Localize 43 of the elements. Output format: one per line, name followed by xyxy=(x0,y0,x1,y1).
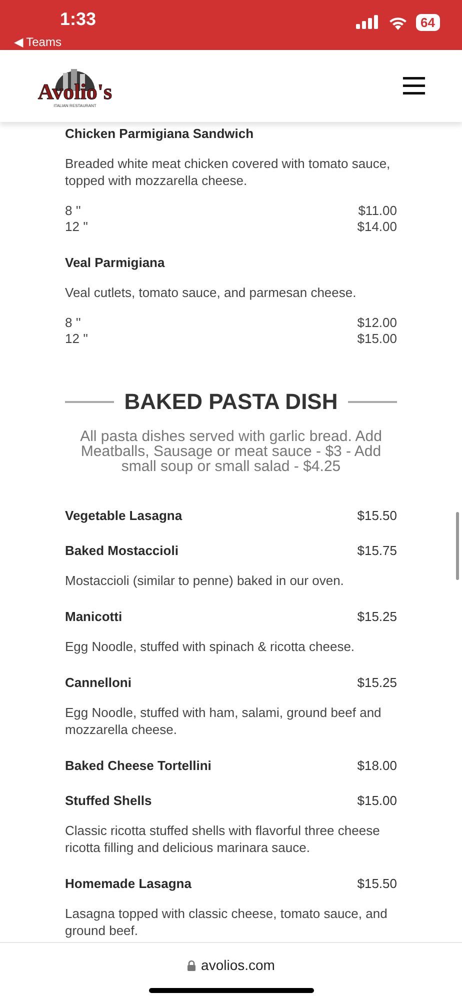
dish-name: Veal Parmigiana xyxy=(65,255,165,270)
dish-description: Mostaccioli (similar to penne) baked in our oven. xyxy=(65,572,345,589)
dish-description: Veal cutlets, tomato sauce, and parmesan cheese. xyxy=(65,284,358,301)
dish-name: Baked Cheese Tortellini xyxy=(65,758,212,773)
section-note: All pasta dishes served with garlic bread. Add Meatballs, Sausage or meat sauce - $3 - Add small soup or small salad - $4.25 xyxy=(79,429,383,474)
menu-icon xyxy=(403,77,425,95)
wifi-icon xyxy=(388,14,408,30)
size-label: 8 '' xyxy=(65,315,81,331)
dish-price: $15.00 xyxy=(357,793,397,808)
size-price: $14.00 xyxy=(357,219,397,235)
dish-description: Breaded white meat chicken covered with tomato sauce, topped with mozzarella cheese. xyxy=(65,155,392,189)
dish-name: Baked Mostaccioli xyxy=(65,543,178,558)
dish-price: $15.75 xyxy=(357,543,397,558)
scrollbar xyxy=(456,512,459,580)
size-price: $15.00 xyxy=(357,331,397,347)
size-label: 8 '' xyxy=(65,203,81,219)
lock-icon xyxy=(187,960,196,970)
dish-name: Manicotti xyxy=(65,609,122,624)
dish-name: Cannelloni xyxy=(65,675,132,690)
dish-price: $18.00 xyxy=(357,758,397,773)
signal-icon xyxy=(356,15,380,29)
dish-price: $15.50 xyxy=(357,508,397,523)
dish-name: Vegetable Lasagna xyxy=(65,508,182,523)
dish-description: Egg Noodle, stuffed with ham, salami, ground beef and mozzarella cheese. xyxy=(65,704,382,738)
dish-description: Classic ricotta stuffed shells with flavorful three cheese ricotta filling and delicious marinara sauce. xyxy=(65,822,381,856)
section-title: BAKED PASTA DISH xyxy=(124,389,338,415)
dish-description: Lasagna topped with classic cheese, tomato sauce, and ground beef. xyxy=(65,905,388,939)
size-label: 12 '' xyxy=(65,331,88,347)
dish-name: Stuffed Shells xyxy=(65,793,152,808)
dish-name: Homemade Lasagna xyxy=(65,876,192,891)
dish-price: $15.50 xyxy=(357,876,397,891)
url-field[interactable]: avolios.com xyxy=(187,957,275,973)
size-label: 12 '' xyxy=(65,219,88,235)
dish-price: $15.25 xyxy=(357,609,397,624)
dish-description: Egg Noodle, stuffed with spinach & ricotta cheese. xyxy=(65,638,356,655)
dish-name: Chicken Parmigiana Sandwich xyxy=(65,126,254,141)
menu-button[interactable] xyxy=(403,77,425,95)
back-link[interactable]: ◀ Teams xyxy=(14,35,96,49)
dish-price: $15.25 xyxy=(357,675,397,690)
size-price: $12.00 xyxy=(357,315,397,331)
clock-time: 1:33 xyxy=(60,9,96,30)
battery-indicator: 64 xyxy=(416,14,440,30)
size-price: $11.00 xyxy=(358,203,397,219)
